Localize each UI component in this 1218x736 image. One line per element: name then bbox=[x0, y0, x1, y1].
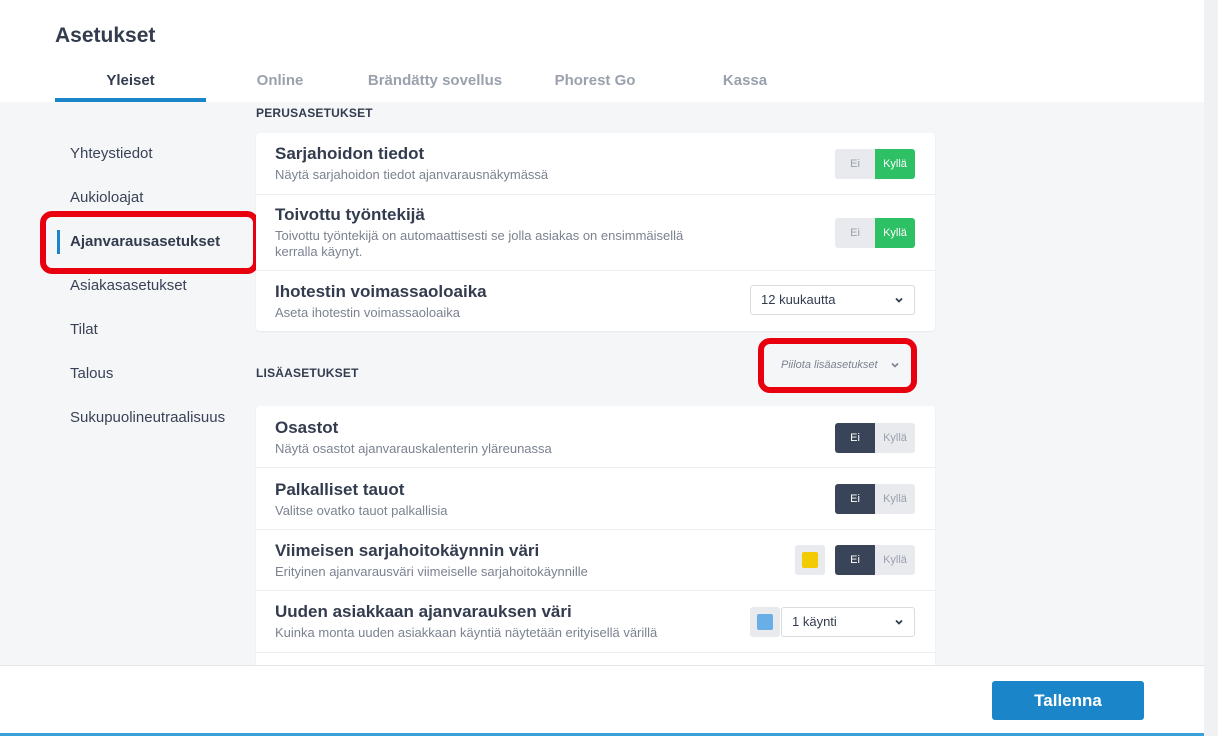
setting-title: Ihotestin voimassaoloaika bbox=[275, 282, 487, 301]
header: Asetukset Yleiset Online Brändätty sovel… bbox=[0, 0, 1204, 102]
toggle-no-option[interactable]: Ei bbox=[835, 149, 875, 179]
setting-title: Osastot bbox=[275, 418, 339, 437]
toggle-yes-option[interactable]: Kyllä bbox=[875, 149, 915, 179]
color-picker-new-client[interactable] bbox=[750, 607, 780, 637]
toggle-no-option[interactable]: Ei bbox=[835, 484, 875, 514]
setting-row: Sarjahoidon tiedot Näytä sarjahoidon tie… bbox=[256, 133, 935, 195]
setting-description: Valitse ovatko tauot palkallisia bbox=[275, 503, 448, 518]
setting-description: Toivottu työntekijä on automaattisesti s… bbox=[275, 228, 684, 259]
setting-title: Toivottu työntekijä bbox=[275, 205, 425, 224]
page-title: Asetukset bbox=[55, 24, 156, 47]
new-client-visits-select[interactable]: 1 käynti bbox=[781, 607, 915, 637]
sidebar-item-asiakasasetukset[interactable]: Asiakasasetukset bbox=[55, 264, 255, 308]
skin-test-validity-select[interactable]: 12 kuukautta bbox=[750, 285, 915, 315]
section-title-advanced: LISÄASETUKSET bbox=[256, 366, 359, 380]
setting-row: Ihotestin voimassaoloaika Aseta ihotesti… bbox=[256, 271, 935, 331]
setting-title: Palkalliset tauot bbox=[275, 480, 405, 499]
setting-description: Kuinka monta uuden asiakkaan käyntiä näy… bbox=[275, 625, 658, 640]
sidebar-item-aukioloajat[interactable]: Aukioloajat bbox=[55, 176, 255, 220]
sidebar-item-ajanvarausasetukset[interactable]: Ajanvarausasetukset bbox=[55, 220, 255, 264]
advanced-settings-card: Osastot Näytä osastot ajanvarauskalenter… bbox=[256, 406, 935, 665]
chevron-down-icon bbox=[891, 362, 899, 368]
setting-row: Uuden asiakkaan ajanvarauksen väri Kuink… bbox=[256, 591, 935, 653]
setting-row: Viimeisen sarjahoitokäynnin väri Erityin… bbox=[256, 530, 935, 591]
hide-advanced-label: Piilota lisäasetukset bbox=[781, 359, 878, 371]
toggle-yes-option[interactable]: Kyllä bbox=[875, 423, 915, 453]
setting-row: Toivottu työntekijä Toivottu työntekijä … bbox=[256, 195, 935, 271]
tab-phorest-go[interactable]: Phorest Go bbox=[540, 62, 650, 102]
setting-title: Viimeisen sarjahoitokäynnin väri bbox=[275, 541, 540, 560]
sidebar-item-talous[interactable]: Talous bbox=[55, 352, 255, 396]
setting-row: Palkalliset tauot Valitse ovatko tauot p… bbox=[256, 468, 935, 530]
chevron-down-icon bbox=[895, 619, 903, 625]
select-value: 12 kuukautta bbox=[761, 292, 836, 307]
toggle-sarjahoidon-tiedot: Ei Kyllä bbox=[835, 149, 915, 179]
toggle-palkalliset-tauot: Ei Kyllä bbox=[835, 484, 915, 514]
tab-branded-app[interactable]: Brändätty sovellus bbox=[360, 62, 510, 102]
sidebar-item-yhteystiedot[interactable]: Yhteystiedot bbox=[55, 132, 255, 176]
toggle-osastot: Ei Kyllä bbox=[835, 423, 915, 453]
toggle-yes-option[interactable]: Kyllä bbox=[875, 218, 915, 248]
tab-yleiset[interactable]: Yleiset bbox=[55, 62, 206, 102]
setting-title: Uuden asiakkaan ajanvarauksen väri bbox=[275, 602, 572, 621]
sidebar-item-tilat[interactable]: Tilat bbox=[55, 308, 255, 352]
setting-description: Aseta ihotestin voimassaoloaika bbox=[275, 305, 460, 320]
sidebar-item-sukupuolineutraalisuus[interactable]: Sukupuolineutraalisuus bbox=[55, 396, 255, 440]
color-swatch bbox=[802, 552, 818, 568]
scrollbar-track bbox=[1204, 0, 1218, 736]
save-button[interactable]: Tallenna bbox=[992, 681, 1144, 720]
toggle-no-option[interactable]: Ei bbox=[835, 423, 875, 453]
toggle-yes-option[interactable]: Kyllä bbox=[875, 545, 915, 575]
color-picker-last-series[interactable] bbox=[795, 545, 825, 575]
basic-settings-card: Sarjahoidon tiedot Näytä sarjahoidon tie… bbox=[256, 133, 935, 331]
toggle-last-series-color: Ei Kyllä bbox=[835, 545, 915, 575]
section-title-basic: PERUSASETUKSET bbox=[256, 106, 373, 120]
hide-advanced-button[interactable]: Piilota lisäasetukset bbox=[770, 350, 910, 380]
setting-description: Näytä sarjahoidon tiedot ajanvarausnäkym… bbox=[275, 167, 549, 182]
toggle-toivottu-tyontekija: Ei Kyllä bbox=[835, 218, 915, 248]
tab-kassa[interactable]: Kassa bbox=[695, 62, 795, 102]
toggle-yes-option[interactable]: Kyllä bbox=[875, 484, 915, 514]
setting-row: Osastot Näytä osastot ajanvarauskalenter… bbox=[256, 406, 935, 468]
toggle-no-option[interactable]: Ei bbox=[835, 545, 875, 575]
toggle-no-option[interactable]: Ei bbox=[835, 218, 875, 248]
chevron-down-icon bbox=[895, 297, 903, 303]
tab-online[interactable]: Online bbox=[230, 62, 330, 102]
setting-description: Näytä osastot ajanvarauskalenterin yläre… bbox=[275, 441, 552, 456]
setting-description: Erityinen ajanvarausväri viimeiselle sar… bbox=[275, 564, 588, 579]
select-value: 1 käynti bbox=[792, 614, 837, 629]
color-swatch bbox=[757, 614, 773, 630]
setting-title: Sarjahoidon tiedot bbox=[275, 144, 425, 163]
